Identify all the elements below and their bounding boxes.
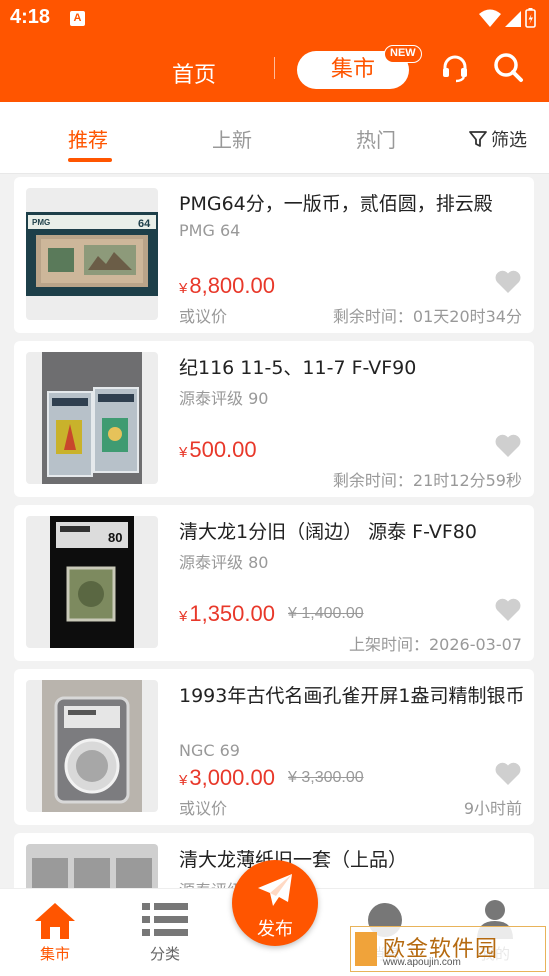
- listing-image-stamps[interactable]: [26, 352, 158, 484]
- favorite-heart-icon[interactable]: [494, 269, 522, 295]
- nav-label: 分类: [149, 945, 180, 963]
- top-bar: 4:18 A 首页 集市 NEW: [0, 0, 549, 102]
- status-bar: 4:18 A: [0, 0, 549, 36]
- listing-card[interactable]: 80 清大龙1分旧（阔边） 源泰 F-VF80 源泰评级 80 ¥1,350.0…: [14, 505, 534, 661]
- listing-feed[interactable]: PMG 64 PMG64分，一版币，贰佰圆，排云殿 PMG 64 ¥8,800.…: [0, 174, 549, 888]
- tab-new[interactable]: 上新: [212, 124, 252, 153]
- publish-label: 发布: [257, 919, 293, 940]
- original-price: ¥ 1,400.00: [288, 605, 364, 622]
- filter-button[interactable]: 筛选: [468, 126, 527, 152]
- listing-price: ¥1,350.00: [179, 601, 275, 626]
- svg-text:64: 64: [138, 218, 151, 230]
- listing-grade: 源泰评级 80: [179, 553, 269, 572]
- watermark-logo: [355, 932, 377, 966]
- svg-text:80: 80: [108, 530, 122, 545]
- negotiable-label: 或议价: [179, 307, 228, 326]
- listing-time: 9小时前: [463, 799, 522, 818]
- listing-image-stamp-set[interactable]: [26, 844, 158, 888]
- nav-label: 集市: [39, 945, 70, 963]
- listing-time: 上架时间：2026-03-07: [349, 635, 522, 654]
- listing-title[interactable]: 1993年古代名画孔雀开屏1盎司精制银币: [179, 681, 529, 711]
- listing-image-silver-coin[interactable]: [26, 680, 158, 812]
- original-price: ¥ 3,300.00: [288, 769, 364, 786]
- listing-image-banknote[interactable]: PMG 64: [26, 188, 158, 320]
- content-tabs: 推荐 上新 热门 筛选: [0, 102, 549, 174]
- watermark-url: www.apoujin.com: [383, 957, 461, 968]
- favorite-heart-icon[interactable]: [494, 433, 522, 459]
- filter-icon: [469, 131, 487, 147]
- listing-grade: 源泰评级 90: [179, 389, 269, 408]
- listing-grade: NGC 69: [179, 741, 240, 760]
- notification-icon: A: [70, 11, 85, 26]
- listing-image-dragon-stamp[interactable]: 80: [26, 516, 158, 648]
- search-icon[interactable]: [492, 51, 524, 87]
- listing-grade: PMG 64: [179, 221, 241, 240]
- home-icon: [35, 903, 75, 939]
- listing-title[interactable]: PMG64分，一版币，贰佰圆，排云殿: [179, 189, 529, 219]
- active-tab-indicator: [68, 158, 112, 162]
- listing-grade: 源泰评级: [179, 877, 243, 888]
- list-icon: [142, 903, 188, 936]
- tab-hot[interactable]: 热门: [356, 124, 396, 153]
- battery-icon: [525, 8, 536, 28]
- listing-title[interactable]: 清大龙薄纸旧一套（上品）: [179, 845, 529, 875]
- nav-category[interactable]: 分类: [110, 889, 220, 976]
- app-header: 首页 集市 NEW: [0, 36, 549, 102]
- customer-service-icon[interactable]: [440, 53, 470, 87]
- svg-text:PMG: PMG: [32, 218, 50, 227]
- system-icons: [477, 7, 537, 33]
- listing-time: 剩余时间：01天20时34分: [332, 307, 522, 326]
- favorite-heart-icon[interactable]: [494, 761, 522, 787]
- paper-plane-icon: [258, 874, 292, 906]
- favorite-heart-icon[interactable]: [494, 597, 522, 623]
- home-tab[interactable]: 首页: [172, 57, 216, 89]
- tab-recommended[interactable]: 推荐: [68, 124, 108, 153]
- listing-price: ¥3,000.00: [179, 765, 275, 790]
- new-badge: NEW: [384, 45, 422, 63]
- status-time: 4:18: [10, 6, 51, 28]
- listing-card[interactable]: 纪116 11-5、11-7 F-VF90 源泰评级 90 ¥500.00 剩余…: [14, 341, 534, 497]
- listing-time: 剩余时间：21时12分59秒: [332, 471, 522, 490]
- listing-card[interactable]: 1993年古代名画孔雀开屏1盎司精制银币 NGC 69 ¥3,000.00 ¥ …: [14, 669, 534, 825]
- site-watermark: 欧金软件园 www.apoujin.com: [350, 926, 546, 972]
- negotiable-label: 或议价: [179, 799, 228, 818]
- wifi-icon: [479, 9, 501, 27]
- listing-price: ¥500.00: [179, 437, 257, 462]
- signal-icon: [505, 11, 521, 27]
- listing-title[interactable]: 清大龙1分旧（阔边） 源泰 F-VF80: [179, 517, 529, 547]
- listing-price: ¥8,800.00: [179, 273, 275, 298]
- listing-title[interactable]: 纪116 11-5、11-7 F-VF90: [179, 353, 529, 383]
- header-divider: [274, 57, 275, 79]
- nav-market[interactable]: 集市: [0, 889, 110, 976]
- publish-button[interactable]: 发布: [232, 860, 318, 946]
- listing-card[interactable]: PMG 64 PMG64分，一版币，贰佰圆，排云殿 PMG 64 ¥8,800.…: [14, 177, 534, 333]
- filter-label: 筛选: [491, 130, 527, 151]
